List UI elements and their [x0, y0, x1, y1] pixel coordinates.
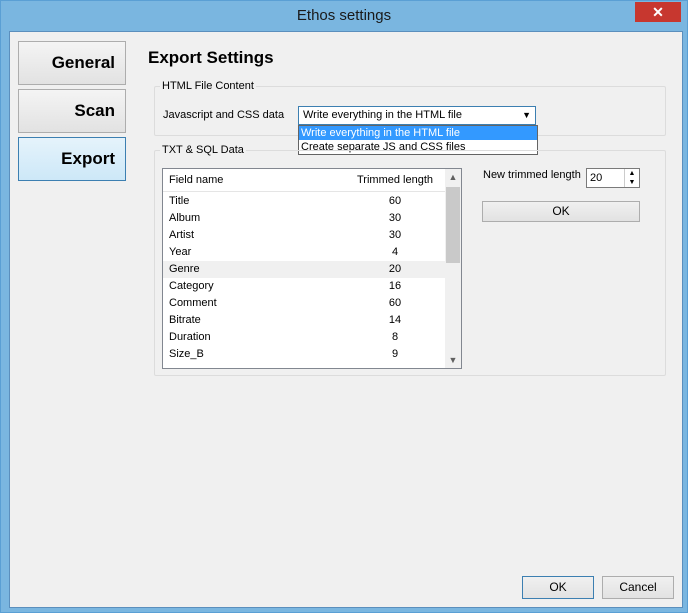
nav-general-button[interactable]: General: [18, 41, 126, 85]
new-length-stepper[interactable]: 20 ▲ ▼: [586, 168, 640, 188]
nav-export-button[interactable]: Export: [18, 137, 126, 181]
field-name-cell: Title: [169, 195, 190, 207]
txt-sql-group-title: TXT & SQL Data: [160, 144, 246, 156]
window-title: Ethos settings: [296, 7, 392, 24]
table-row[interactable]: Duration 8: [163, 329, 445, 346]
chevron-down-icon[interactable]: ▼: [445, 352, 461, 368]
stepper-down-icon[interactable]: ▼: [625, 178, 639, 187]
new-length-value: 20: [590, 172, 603, 184]
length-cell: 60: [388, 195, 402, 207]
scrollbar-thumb[interactable]: [446, 187, 460, 263]
field-name-cell: Comment: [169, 297, 217, 309]
html-group-title: HTML File Content: [160, 80, 256, 92]
dropdown-option[interactable]: Write everything in the HTML file: [299, 126, 537, 140]
table-row[interactable]: Year 4: [163, 244, 445, 261]
js-css-label: Javascript and CSS data: [163, 109, 285, 121]
title-bar: Ethos settings ✕: [1, 1, 687, 31]
field-name-cell: Year: [169, 246, 192, 258]
stepper-buttons: ▲ ▼: [624, 169, 639, 187]
column-field-name[interactable]: Field name: [169, 174, 223, 186]
close-button[interactable]: ✕: [635, 2, 681, 22]
js-css-select[interactable]: Write everything in the HTML file ▼: [298, 106, 536, 125]
length-cell: 16: [388, 280, 402, 292]
length-cell: 60: [388, 297, 402, 309]
table-row[interactable]: Category 16: [163, 278, 445, 295]
table-row[interactable]: Title 60: [163, 193, 445, 210]
nav-scan-button[interactable]: Scan: [18, 89, 126, 133]
cancel-button[interactable]: Cancel: [602, 576, 674, 599]
table-row[interactable]: Bitrate 14: [163, 312, 445, 329]
field-name-cell: Genre: [169, 263, 200, 275]
field-name-cell: Category: [169, 280, 214, 292]
chevron-down-icon: ▼: [522, 110, 531, 120]
table-row[interactable]: Comment 60: [163, 295, 445, 312]
list-scrollbar[interactable]: ▲ ▼: [445, 169, 461, 368]
table-row[interactable]: Artist 30: [163, 227, 445, 244]
table-row-selected[interactable]: Genre 20: [163, 261, 445, 278]
list-header: Field name Trimmed length: [163, 169, 445, 192]
dialog-client: General Scan Export Export Settings HTML…: [9, 31, 683, 608]
apply-length-ok-button[interactable]: OK: [482, 201, 640, 222]
length-cell: 8: [391, 331, 399, 343]
settings-window: Ethos settings ✕ General Scan Export Exp…: [0, 0, 688, 613]
length-cell: 30: [388, 229, 402, 241]
length-cell: 14: [388, 314, 402, 326]
page-title: Export Settings: [148, 48, 274, 67]
field-name-cell: Bitrate: [169, 314, 201, 326]
field-name-cell: Duration: [169, 331, 211, 343]
column-trimmed-length[interactable]: Trimmed length: [345, 174, 445, 186]
field-name-cell: Artist: [169, 229, 195, 241]
length-cell: 30: [388, 212, 402, 224]
table-row[interactable]: Size_B 9: [163, 346, 445, 363]
field-name-cell: Size_B: [169, 348, 204, 360]
length-cell: 20: [388, 263, 402, 275]
field-length-list[interactable]: Field name Trimmed length Title 60 Album 3…: [162, 168, 462, 369]
table-row[interactable]: Album 30: [163, 210, 445, 227]
field-name-cell: Album: [169, 212, 201, 224]
stepper-up-icon[interactable]: ▲: [625, 169, 639, 178]
chevron-up-icon[interactable]: ▲: [445, 169, 461, 185]
length-cell: 4: [391, 246, 399, 258]
new-length-label: New trimmed length: [483, 169, 581, 181]
length-cell: 9: [391, 348, 399, 360]
js-css-selected-value: Write everything in the HTML file: [303, 109, 462, 121]
ok-button[interactable]: OK: [522, 576, 594, 599]
